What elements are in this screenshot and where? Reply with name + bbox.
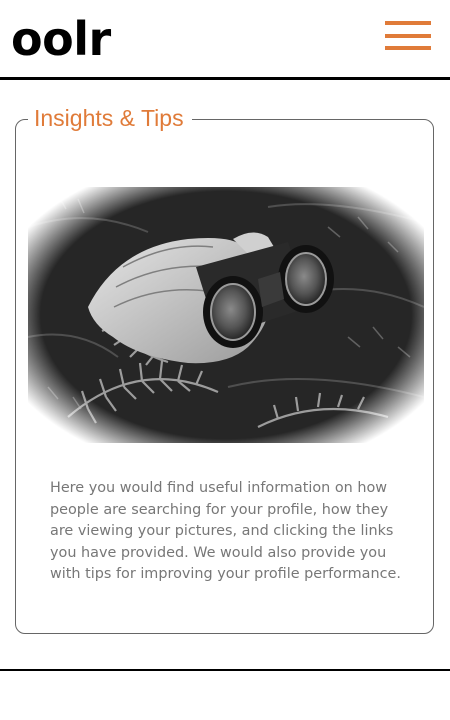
menu-bar bbox=[385, 34, 431, 38]
binoculars-photo bbox=[28, 187, 424, 443]
hamburger-menu-icon[interactable] bbox=[383, 17, 433, 55]
header-divider bbox=[0, 77, 450, 80]
insights-description: Here you would find useful information o… bbox=[50, 480, 401, 582]
footer-divider bbox=[0, 669, 450, 671]
menu-bar bbox=[385, 21, 431, 25]
app-logo[interactable]: oolr bbox=[11, 4, 111, 74]
panel-title: Insights & Tips bbox=[28, 103, 192, 133]
menu-bar bbox=[385, 46, 431, 50]
app-header: oolr bbox=[0, 0, 450, 80]
